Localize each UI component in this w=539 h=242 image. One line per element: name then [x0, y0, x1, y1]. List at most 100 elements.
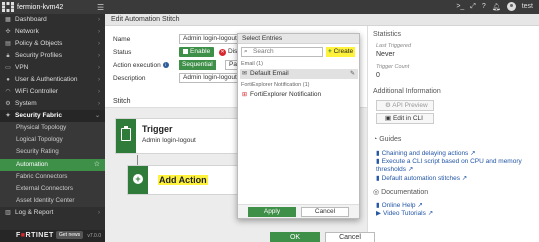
- external-link-icon: ↗: [407, 166, 414, 173]
- stitch-connector: [137, 155, 138, 165]
- dialog-title: Select Entries: [238, 34, 359, 44]
- online-help-link[interactable]: ▮ Online Help ↗: [376, 201, 423, 209]
- documentation-title: ◎ Documentation: [373, 189, 429, 196]
- fortinet-logo-icon: [2, 2, 14, 12]
- chevron-right-icon: ›: [98, 65, 100, 71]
- sidebar-item-policy-objects[interactable]: ▤ Policy & Objects ›: [0, 38, 105, 50]
- hostname[interactable]: fermion-kvm42: [17, 4, 63, 11]
- dashboard-icon: ▦: [5, 17, 11, 23]
- search-input[interactable]: ⌕ Search: [241, 47, 323, 57]
- sidebar-subitem-fabric-connectors[interactable]: Fabric Connectors: [0, 170, 105, 183]
- apply-button[interactable]: Apply: [248, 207, 296, 217]
- sidebar-subitem-automation[interactable]: Automation ☆: [0, 158, 105, 171]
- sidebar-item-security-fabric[interactable]: ✦ Security Fabric ⌄: [0, 110, 105, 122]
- group-fortiexplorer: FortiExplorer Notification (1): [241, 82, 310, 88]
- book-icon: ▮: [376, 202, 380, 209]
- terminal-icon[interactable]: >_: [456, 3, 464, 10]
- guides-title: ◔ Guides: [373, 136, 402, 143]
- sidebar-subitem-asset-identity[interactable]: Asset Identity Center: [0, 195, 105, 208]
- wifi-icon: ◠: [5, 89, 11, 95]
- clipboard-icon: [121, 126, 131, 141]
- trigger-count-value: 0: [376, 72, 380, 79]
- chevron-right-icon: ›: [98, 89, 100, 95]
- guide-link-default-stitches[interactable]: ▮ Default automation stitches ↗: [376, 174, 467, 182]
- description-label: Description: [113, 75, 146, 82]
- create-button[interactable]: + Create: [326, 47, 356, 57]
- entry-fortiexplorer-notification[interactable]: ⊞ FortiExplorer Notification: [240, 90, 358, 100]
- chevron-right-icon: ›: [98, 77, 100, 83]
- external-link-icon: ↗: [461, 175, 468, 182]
- hamburger-menu-icon[interactable]: ☰: [97, 3, 104, 12]
- book-icon: ▮: [376, 158, 380, 165]
- help-icon[interactable]: ?: [482, 3, 486, 10]
- star-icon[interactable]: ☆: [94, 159, 100, 171]
- edit-in-cli-button[interactable]: ▣ Edit in CLI: [376, 113, 434, 124]
- policy-icon: ▤: [5, 41, 11, 47]
- sidebar-item-user-auth[interactable]: ● User & Authentication ›: [0, 74, 105, 86]
- bell-icon[interactable]: 🔔︎: [492, 3, 501, 11]
- sidebar-item-dashboard[interactable]: ▦ Dashboard ›: [0, 14, 105, 26]
- sidebar-item-vpn[interactable]: ▭ VPN ›: [0, 62, 105, 74]
- name-label: Name: [113, 36, 131, 43]
- sidebar-subitem-physical-topology[interactable]: Physical Topology: [0, 122, 105, 135]
- form-buttons: OK Cancel: [105, 232, 539, 242]
- chevron-right-icon: ›: [98, 101, 100, 107]
- sidebar-item-network[interactable]: ✣ Network ›: [0, 26, 105, 38]
- fortiexplorer-icon: ⊞: [242, 92, 248, 98]
- guide-link-chaining[interactable]: ▮ Chaining and delaying actions ↗: [376, 149, 476, 157]
- additional-info-title: Additional Information: [373, 88, 441, 95]
- sidebar-item-wifi[interactable]: ◠ WiFi Controller ›: [0, 86, 105, 98]
- video-tutorials-link[interactable]: ▶ Video Tutorials ↗: [376, 209, 433, 217]
- user-menu[interactable]: test: [522, 3, 533, 10]
- get-news-button[interactable]: Get news: [56, 231, 84, 239]
- entry-default-email[interactable]: ✉ Default Email ✎: [240, 69, 358, 79]
- last-triggered-value: Never: [376, 51, 395, 58]
- guide-link-cli-script-cont[interactable]: thresholds ↗: [376, 165, 413, 173]
- user-icon: ●: [6, 77, 10, 83]
- external-link-icon: ↗: [417, 202, 423, 209]
- book-icon: ▮: [376, 175, 380, 182]
- trigger-card-side: [116, 119, 136, 153]
- book-icon: ▮: [376, 150, 380, 157]
- pencil-icon[interactable]: ✎: [350, 69, 355, 79]
- user-avatar-icon[interactable]: [506, 2, 516, 11]
- trigger-card[interactable]: Trigger Admin login-logout: [115, 118, 245, 154]
- chevron-down-icon: ⌄: [94, 113, 100, 119]
- external-link-icon: ↗: [470, 150, 476, 157]
- group-email: Email (1): [241, 61, 264, 67]
- info-icon[interactable]: i: [162, 62, 169, 69]
- trigger-title: Trigger: [142, 124, 173, 134]
- action-execution-label: Action execution i: [113, 62, 169, 69]
- trigger-name: Admin login-logout: [142, 137, 196, 144]
- chevron-right-icon: ›: [98, 41, 100, 47]
- network-icon: ✣: [5, 29, 11, 35]
- api-preview-button[interactable]: ⚙ API Preview: [376, 100, 434, 111]
- fullscreen-icon[interactable]: ⤢: [470, 3, 476, 11]
- ok-button[interactable]: OK: [270, 232, 320, 242]
- sidebar-item-system[interactable]: ⚙ System ›: [0, 98, 105, 110]
- action-sequential-option[interactable]: Sequential: [179, 60, 216, 70]
- guide-link-cli-script[interactable]: ▮ Execute a CLI script based on CPU and m…: [376, 157, 522, 165]
- cancel-button[interactable]: Cancel: [325, 232, 375, 242]
- select-entries-dialog: Select Entries ⌕ Search + Create Email (1…: [237, 33, 360, 219]
- sidebar-item-security-profiles[interactable]: 🔒︎ Security Profiles ›: [0, 50, 105, 62]
- status-enable-option[interactable]: Enable: [179, 47, 215, 57]
- topbar-right: >_ ⤢ ? 🔔︎ test: [456, 2, 533, 11]
- dialog-footer: Apply Cancel: [238, 204, 359, 218]
- terminal-icon: ▣: [385, 115, 393, 122]
- sidebar: ▦ Dashboard › ✣ Network › ▤ Policy & Objects ›…: [0, 14, 105, 242]
- trigger-count-label: Trigger Count: [376, 64, 410, 70]
- dialog-cancel-button[interactable]: Cancel: [301, 207, 349, 217]
- chart-icon: ▥: [5, 210, 11, 217]
- sidebar-subitem-logical-topology[interactable]: Logical Topology: [0, 134, 105, 147]
- external-link-icon: ↗: [427, 210, 434, 217]
- page-title: Edit Automation Stitch: [105, 14, 539, 26]
- sidebar-item-log-report[interactable]: ▥ Log & Report ›: [0, 207, 105, 219]
- lock-icon: 🔒︎: [6, 53, 10, 59]
- fortinet-brand: F■RTINET: [16, 232, 54, 239]
- search-icon: ⌕: [244, 48, 248, 55]
- sidebar-subitem-external-connectors[interactable]: External Connectors: [0, 182, 105, 196]
- chevron-right-icon: ›: [98, 210, 100, 217]
- sidebar-subitem-security-rating[interactable]: Security Rating: [0, 146, 105, 159]
- fabric-icon: ✦: [5, 113, 11, 119]
